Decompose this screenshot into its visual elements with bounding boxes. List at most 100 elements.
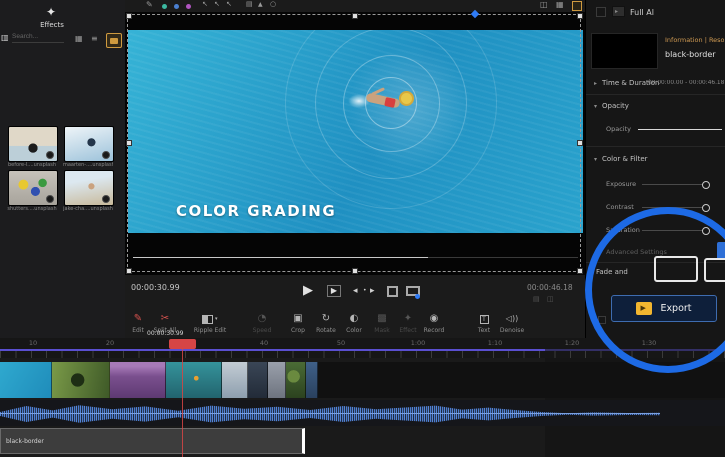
fade-out-button[interactable] (704, 258, 725, 282)
export-icon: ▶ (636, 302, 652, 315)
preview-area[interactable]: COLOR GRADING (125, 12, 585, 275)
time-duration-value: 00:00:00.00 - 00:00:46.18 (648, 80, 724, 86)
saturation-slider-knob[interactable] (702, 227, 710, 235)
video-clip[interactable] (268, 362, 286, 398)
selection-handle[interactable] (126, 13, 132, 19)
exposure-slider[interactable] (642, 184, 708, 185)
clip-name: black-border (665, 50, 716, 59)
video-clip[interactable] (306, 362, 318, 398)
snapshot-frame-button[interactable] (387, 286, 398, 297)
export-label: Export (660, 303, 691, 314)
video-clip[interactable] (110, 362, 166, 398)
video-clip[interactable] (166, 362, 222, 398)
preview-scale-icon[interactable]: ◫ (547, 296, 554, 303)
playhead-head[interactable] (169, 339, 196, 349)
next-frame-button[interactable]: ▸ (370, 287, 375, 296)
grid-overlay-icon[interactable]: ▦ (556, 1, 564, 9)
keyframe-icon[interactable] (598, 316, 606, 324)
media-filename: maarten-....unsplash (63, 162, 113, 168)
clip-mini-thumbnail (591, 33, 658, 69)
clapper-icon: ▸ (612, 6, 625, 17)
contrast-slider[interactable] (642, 207, 708, 208)
opacity-section-header[interactable]: Opacity (602, 102, 629, 110)
video-track (0, 362, 725, 398)
media-filename: jake-cha....unsplash (63, 206, 113, 212)
contrast-slider-knob[interactable] (702, 204, 710, 212)
pen-tool-icon[interactable]: ✎ (146, 1, 153, 9)
color-swatch-magenta-icon[interactable] (186, 4, 191, 9)
selection-handle[interactable] (352, 13, 358, 19)
speed-button[interactable]: ◔ Speed (242, 313, 282, 334)
cursor-move-icon[interactable]: ↖ (214, 1, 220, 8)
clip-label: black-border (6, 438, 44, 445)
color-swatch-teal-icon[interactable] (162, 4, 167, 9)
previous-frame-button[interactable]: ◂ (353, 287, 358, 296)
video-editor-app: ▥ ✦ Effects ▦ ≡ before-l....unsplash maa… (0, 0, 725, 457)
selection-marker[interactable] (471, 10, 479, 18)
preview-quality-icon[interactable]: ▤ (533, 296, 540, 303)
ruler-ticks (0, 351, 725, 358)
snapshot-icon[interactable]: ◫ (540, 1, 548, 9)
video-clip[interactable] (286, 362, 306, 398)
shape-icon[interactable]: ○ (270, 1, 276, 8)
ruler-label: 1:00 (411, 339, 426, 347)
video-clip[interactable] (52, 362, 110, 398)
fade-in-button[interactable] (654, 256, 698, 282)
swimmer-shorts (384, 97, 396, 108)
chevron-right-icon[interactable]: ▸ (589, 269, 592, 276)
selection-handle[interactable] (577, 140, 583, 146)
chevron-down-icon[interactable]: ▾ (594, 103, 597, 110)
fade-section-header[interactable]: Fade and (596, 268, 628, 276)
media-effects-panel: ▥ ✦ Effects ▦ ≡ before-l....unsplash maa… (0, 0, 125, 338)
video-clip[interactable] (0, 362, 52, 398)
color-filter-section-header[interactable]: Color & Filter (602, 155, 648, 163)
collapse-panel-icon[interactable] (596, 7, 606, 17)
selection-handle[interactable] (126, 268, 132, 274)
preview-video[interactable]: COLOR GRADING (128, 30, 583, 233)
layout-icon[interactable]: ▤ (246, 1, 253, 8)
cursor-select-icon[interactable]: ↖ (202, 1, 208, 8)
black-border-clip[interactable]: black-border (0, 428, 305, 454)
color-swatch-blue-icon[interactable] (174, 4, 179, 9)
panel-header-label[interactable]: Full Al (630, 8, 654, 17)
playhead-line[interactable] (182, 339, 183, 457)
advanced-settings-button[interactable]: Advanced Settings (606, 248, 667, 256)
cursor-pointer-icon[interactable]: ↖ (226, 1, 232, 8)
video-clip[interactable] (248, 362, 268, 398)
ripple-edit-button[interactable]: ▾ Ripple Edit (190, 313, 230, 334)
tab-effects[interactable]: Effects (30, 21, 74, 29)
list-view-icon[interactable]: ≡ (91, 35, 98, 43)
swimmer-hat (399, 91, 414, 106)
media-info-badge (46, 151, 54, 159)
info-tabs[interactable]: Information | Resolution (665, 36, 724, 44)
play-button[interactable]: ▶ (303, 284, 313, 297)
grid-view-icon[interactable]: ▦ (75, 35, 83, 43)
play-inout-button[interactable]: ▶ (327, 285, 341, 297)
opacity-slider[interactable] (638, 129, 722, 130)
fullscreen-monitor-button[interactable] (406, 286, 420, 296)
ruler-label: 1:10 (488, 339, 503, 347)
timeline: 10 20 40 50 1:00 1:10 1:20 1:30 (0, 338, 725, 457)
timeline-ruler[interactable]: 10 20 40 50 1:00 1:10 1:20 1:30 (0, 338, 725, 358)
ruler-label: 50 (337, 339, 345, 347)
export-button[interactable]: ▶ Export (611, 295, 717, 322)
selection-handle[interactable] (577, 268, 583, 274)
video-clip[interactable] (222, 362, 248, 398)
search-input[interactable] (12, 33, 64, 43)
panel-dock-icon[interactable]: ▥ (1, 34, 9, 42)
exposure-slider-knob[interactable] (702, 181, 710, 189)
selection-handle[interactable] (126, 140, 132, 146)
ruler-label: 10 (29, 339, 37, 347)
chevron-down-icon[interactable]: ▾ (594, 156, 597, 163)
total-timecode: 00:00:46.18 (527, 283, 573, 292)
transform-icon[interactable]: ▲ (258, 2, 263, 8)
selection-handle[interactable] (577, 13, 583, 19)
active-tool-icon[interactable] (572, 1, 582, 11)
saturation-slider[interactable] (642, 230, 708, 231)
record-button[interactable]: ◉ Record (414, 313, 454, 334)
denoise-button[interactable]: ◁)) Denoise (492, 313, 532, 334)
exposure-label: Exposure (606, 180, 636, 188)
folder-icon[interactable] (106, 33, 122, 48)
selection-handle[interactable] (352, 268, 358, 274)
chevron-right-icon[interactable]: ▸ (594, 80, 597, 87)
